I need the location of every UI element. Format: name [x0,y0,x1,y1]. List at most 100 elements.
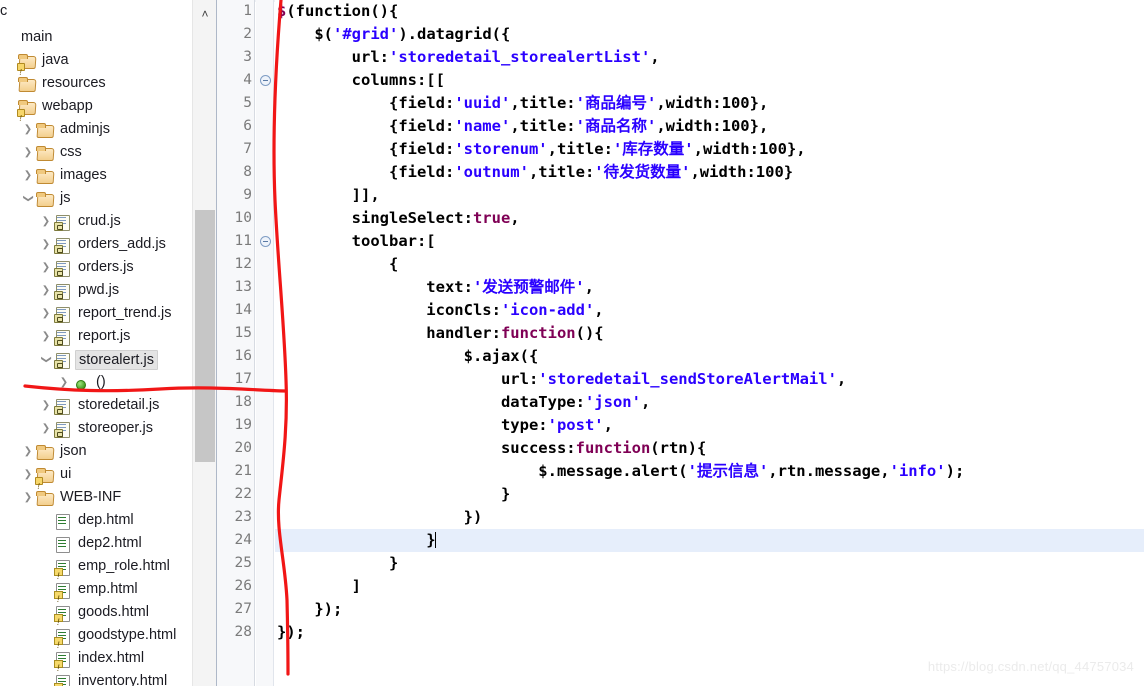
explorer-scrollbar[interactable]: ˄ [192,0,216,686]
tree-item-pwd-js[interactable]: ❯ pwd.js [38,279,122,302]
tree-item-goods-html[interactable]: goods.html [38,601,152,634]
tree-item-json[interactable]: ❯ json [20,440,90,463]
line-number: 21 [234,463,252,479]
code-line-11[interactable]: toolbar:[ [275,230,1144,253]
code-line-27[interactable]: }); [275,598,1144,621]
code-line-10[interactable]: singleSelect:true, [275,207,1144,230]
code-editor-panel[interactable]: 1 2 3 4 5 6 7 8 9 10 11 12 13 14 15 16 17 18 19 20 21 22 23 24 2… [216,0,1144,686]
code-text-area[interactable]: $(function(){ $('#grid').datagrid({ url:… [275,0,1144,686]
scrollbar-thumb[interactable] [195,210,215,462]
code-line-2[interactable]: $('#grid').datagrid({ [275,23,1144,46]
fold-collapse-icon[interactable] [260,75,271,86]
code-line-15[interactable]: handler:function(){ [275,322,1144,345]
tree-item-adminjs[interactable]: ❯ adminjs [20,118,113,141]
tree-item-index-html[interactable]: index.html [38,647,147,680]
chevron-right-icon[interactable]: ❯ [20,440,36,463]
line-number: 22 [234,486,252,502]
chevron-right-icon[interactable]: ❯ [20,141,36,164]
tree-item-label: storealert.js [75,349,158,370]
code-line-6[interactable]: {field:'name',title:'商品名称',width:100}, [275,115,1144,138]
tree-item-storedetail-js[interactable]: ❯ storedetail.js [38,394,162,417]
code-line-1[interactable]: $(function(){ [275,0,1144,23]
chevron-right-icon[interactable]: ❯ [38,256,54,279]
tree-item-dep2-html[interactable]: dep2.html [38,532,145,555]
tree-item-label: report.js [78,327,131,344]
tree-item-label: java [42,51,69,68]
line-number: 6 [243,118,252,134]
code-line-26[interactable]: ] [275,575,1144,598]
javascript-file-icon [54,236,72,254]
tree-item-report-trend-js[interactable]: ❯ report_trend.js [38,302,175,325]
tree-item-ui[interactable]: ❯ ui [20,463,74,498]
code-line-14[interactable]: iconCls:'icon-add', [275,299,1144,322]
tree-item-[interactable]: ❯ () [56,371,109,394]
code-line-19[interactable]: type:'post', [275,414,1144,437]
code-line-22[interactable]: } [275,483,1144,506]
chevron-right-icon[interactable]: ❯ [20,118,36,141]
folder-icon [36,144,54,162]
code-line-25[interactable]: } [275,552,1144,575]
tree-item-web-inf[interactable]: ❯ WEB-INF [20,486,124,509]
scroll-up-arrow-icon[interactable]: ˄ [193,4,216,24]
chevron-right-icon[interactable]: ❯ [38,325,54,348]
tree-item-dep-html[interactable]: dep.html [38,509,137,532]
javascript-file-icon [54,259,72,277]
code-line-28[interactable]: }); [275,621,1144,644]
chevron-right-icon[interactable]: ❯ [38,302,54,325]
tree-item-resources[interactable]: resources [2,72,109,95]
chevron-right-icon[interactable]: ❯ [56,371,72,394]
code-line-20[interactable]: success:function(rtn){ [275,437,1144,460]
code-line-23[interactable]: }) [275,506,1144,529]
tree-item-storealert-js[interactable]: ❯ storealert.js [38,348,158,371]
chevron-right-icon[interactable]: ❯ [38,210,54,233]
code-line-13[interactable]: text:'发送预警邮件', [275,276,1144,299]
code-line-17[interactable]: url:'storedetail_sendStoreAlertMail', [275,368,1144,391]
chevron-right-icon[interactable]: ❯ [38,394,54,417]
chevron-right-icon[interactable]: ❯ [38,233,54,256]
code-line-24[interactable]: } [275,529,1144,552]
chevron-right-icon[interactable]: ❯ [20,164,36,187]
code-line-16[interactable]: $.ajax({ [275,345,1144,368]
line-number: 13 [234,279,252,295]
line-number: 9 [243,187,252,203]
html-file-icon [54,535,72,553]
tree-item-orders-js[interactable]: ❯ orders.js [38,256,137,279]
tree-item-emp-role-html[interactable]: emp_role.html [38,555,173,588]
chevron-right-icon[interactable]: ❯ [20,486,36,509]
code-line-8[interactable]: {field:'outnum',title:'待发货数量',width:100} [275,161,1144,184]
tree-item-label: images [60,166,107,183]
tree-item-emp-html[interactable]: emp.html [38,578,141,611]
code-line-4[interactable]: columns:[[ [275,69,1144,92]
tree-item-webapp[interactable]: webapp [2,95,96,130]
line-number: 20 [234,440,252,456]
line-number: 10 [234,210,252,226]
code-line-21[interactable]: $.message.alert('提示信息',rtn.message,'info… [275,460,1144,483]
chevron-right-icon[interactable]: ❯ [38,279,54,302]
code-line-12[interactable]: { [275,253,1144,276]
chevron-right-icon[interactable]: ❯ [20,463,36,486]
tree-item-css[interactable]: ❯ css [20,141,85,164]
tree-item-report-js[interactable]: ❯ report.js [38,325,133,348]
package-explorer-panel[interactable]: c main java resources webapp ❯ adminjs ❯ css… [0,0,216,686]
code-line-7[interactable]: {field:'storenum',title:'库存数量',width:100… [275,138,1144,161]
tree-item-images[interactable]: ❯ images [20,164,110,187]
code-folding-strip[interactable] [256,0,274,686]
tree-item-main[interactable]: main [2,26,55,49]
fold-collapse-icon[interactable] [260,236,271,247]
code-line-5[interactable]: {field:'uuid',title:'商品编号',width:100}, [275,92,1144,115]
tree-item-java[interactable]: java [2,49,72,84]
code-line-9[interactable]: ]], [275,184,1144,207]
code-line-18[interactable]: dataType:'json', [275,391,1144,414]
folder-icon [36,121,54,139]
tree-item-crud-js[interactable]: ❯ crud.js [38,210,124,233]
chevron-right-icon[interactable]: ❯ [38,417,54,440]
tree-item-orders-add-js[interactable]: ❯ orders_add.js [38,233,169,256]
tree-item-js[interactable]: ❯ js [20,187,73,210]
code-line-3[interactable]: url:'storedetail_storealertList', [275,46,1144,69]
javascript-file-icon [54,397,72,415]
tree-item-storeoper-js[interactable]: ❯ storeoper.js [38,417,156,440]
